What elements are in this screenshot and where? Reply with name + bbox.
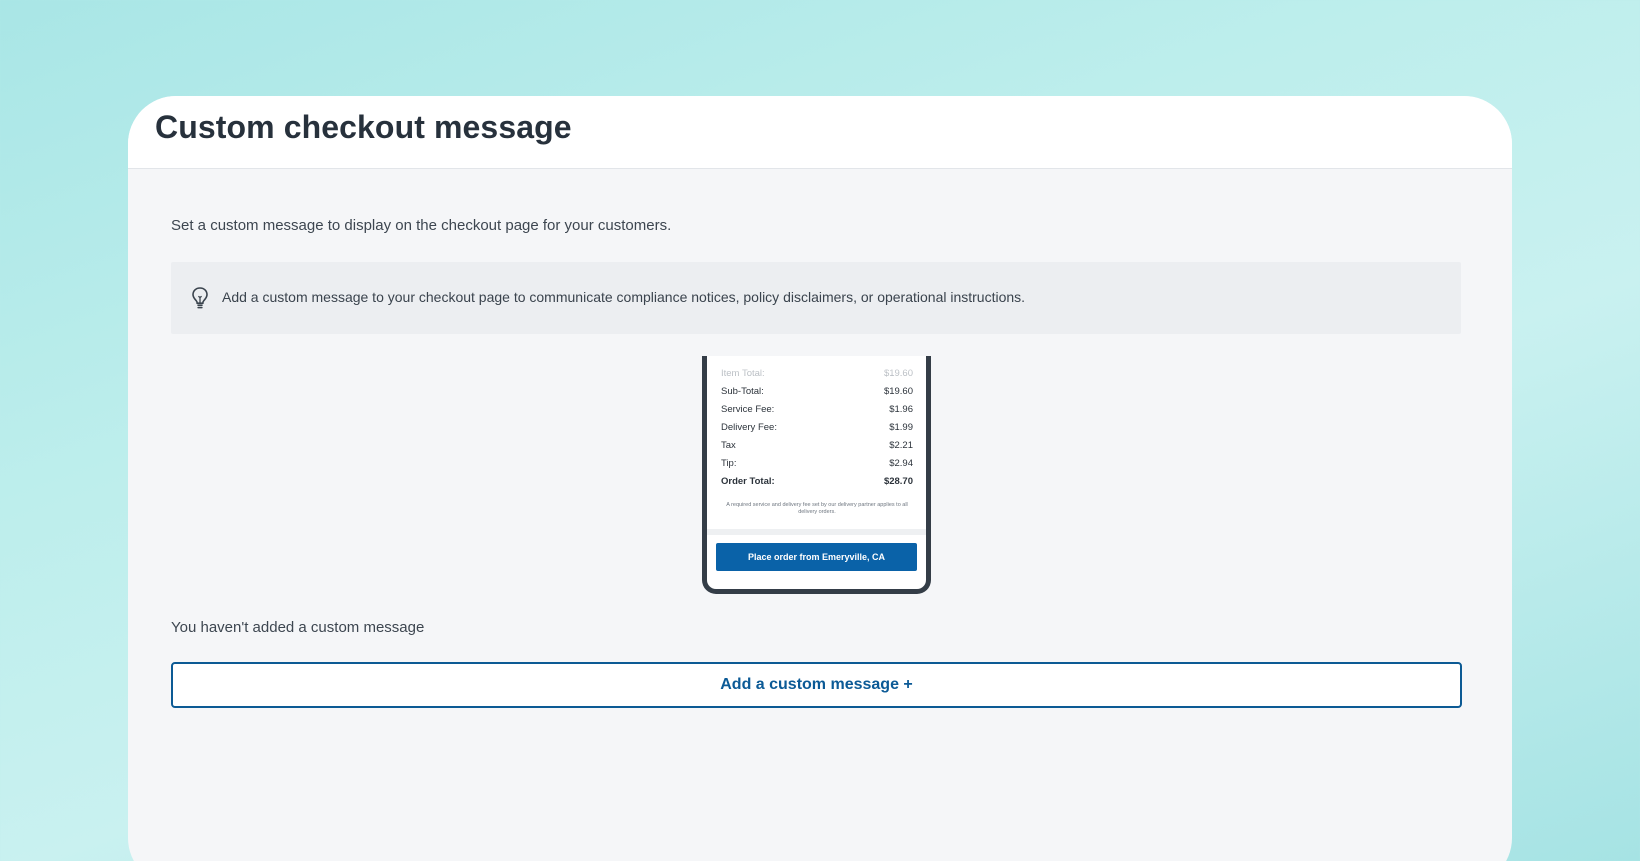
receipt-value: $2.21	[889, 440, 913, 451]
receipt-value: $2.94	[889, 458, 913, 469]
receipt-row-order-total: Order Total: $28.70	[721, 476, 913, 490]
checkout-preview-image: Item Total: $19.60 Sub-Total: $19.60 Ser…	[702, 356, 931, 594]
tip-banner: Add a custom message to your checkout pa…	[171, 262, 1461, 334]
receipt-value: $28.70	[883, 476, 913, 487]
receipt-label: Sub-Total:	[721, 386, 764, 397]
tip-text: Add a custom message to your checkout pa…	[222, 289, 1026, 305]
receipt-label: Item Total:	[721, 368, 765, 379]
card-header: Custom checkout message	[128, 96, 1512, 169]
receipt-row-service-fee: Service Fee: $1.96	[721, 404, 913, 418]
page-description: Set a custom message to display on the c…	[171, 217, 672, 234]
receipt-fineprint: A required service and delivery fee set …	[726, 502, 908, 515]
empty-state-text: You haven't added a custom message	[171, 619, 425, 636]
receipt-label: Service Fee:	[721, 404, 775, 415]
receipt-row-item-total: Item Total: $19.60	[721, 368, 913, 382]
place-order-button-preview: Place order from Emeryville, CA	[716, 543, 917, 571]
settings-card: Custom checkout message Set a custom mes…	[128, 96, 1512, 861]
receipt-label: Order Total:	[721, 476, 775, 487]
receipt-row-tax: Tax $2.21	[721, 440, 913, 454]
receipt-value: $1.99	[889, 422, 913, 433]
receipt-label: Tax	[721, 440, 736, 451]
receipt-value: $19.60	[883, 368, 913, 379]
receipt-row-delivery-fee: Delivery Fee: $1.99	[721, 422, 913, 436]
receipt-row-tip: Tip: $2.94	[721, 458, 913, 472]
receipt-value: $1.96	[889, 404, 913, 415]
page-title: Custom checkout message	[155, 109, 572, 145]
receipt-label: Delivery Fee:	[721, 422, 777, 433]
receipt-row-sub-total: Sub-Total: $19.60	[721, 386, 913, 400]
lightbulb-icon	[191, 286, 209, 310]
receipt-value: $19.60	[883, 386, 913, 397]
preview-divider	[707, 529, 926, 535]
receipt-label: Tip:	[721, 458, 737, 469]
add-custom-message-button[interactable]: Add a custom message +	[171, 662, 1462, 708]
